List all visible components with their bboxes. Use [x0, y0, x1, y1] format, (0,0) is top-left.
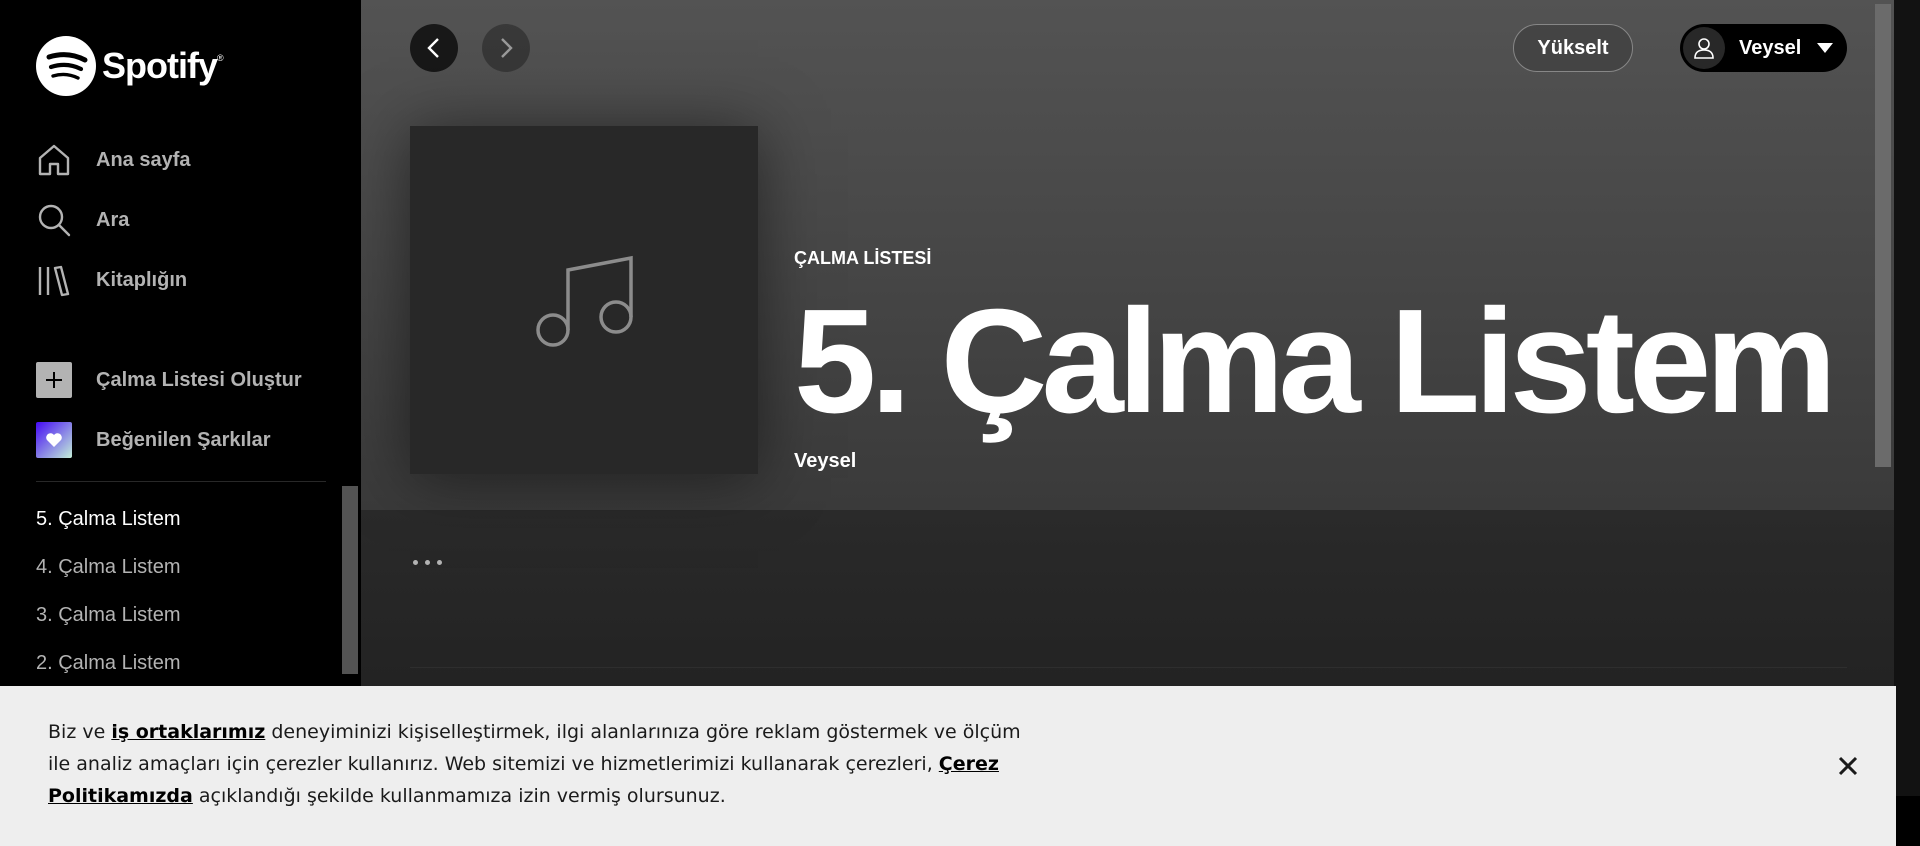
playlist-meta: ÇALMA LİSTESİ	[794, 248, 931, 269]
playlist-cover[interactable]	[410, 126, 758, 474]
cookie-banner: Biz ve iş ortaklarımız deneyiminizi kişi…	[0, 686, 1896, 846]
chevron-right-icon	[501, 38, 513, 58]
window-corner	[1896, 796, 1920, 846]
nav-item-search[interactable]: Ara	[36, 200, 191, 240]
sidebar-divider	[36, 481, 326, 482]
nav-item-label: Kitaplığın	[96, 268, 188, 291]
playlist-item[interactable]: 2. Çalma Listem	[36, 642, 181, 690]
user-menu-button[interactable]: Veysel	[1680, 24, 1847, 72]
heart-icon	[36, 422, 72, 458]
dot-icon	[413, 560, 418, 565]
create-playlist-button[interactable]: Çalma Listesi Oluştur	[36, 360, 302, 400]
playlist-owner[interactable]: Veysel	[794, 450, 856, 473]
user-name: Veysel	[1739, 36, 1802, 59]
content-divider	[410, 667, 1847, 668]
create-playlist-label: Çalma Listesi Oluştur	[96, 368, 302, 391]
plus-icon	[36, 362, 72, 398]
cookie-message: Biz ve iş ortaklarımız deneyiminizi kişi…	[48, 716, 1048, 812]
dot-icon	[425, 560, 430, 565]
nav-item-home[interactable]: Ana sayfa	[36, 140, 191, 180]
chevron-left-icon	[427, 38, 439, 58]
nav-item-label: Ara	[96, 208, 130, 231]
spotify-logo-icon	[36, 36, 96, 96]
close-cookie-button[interactable]	[1830, 748, 1866, 784]
spotify-logo[interactable]: Spotify®	[36, 36, 224, 96]
dot-icon	[437, 560, 442, 565]
partners-link[interactable]: iş ortaklarımız	[111, 721, 265, 743]
forward-button[interactable]	[482, 24, 530, 72]
music-note-icon	[536, 255, 633, 347]
cookie-text-part: açıklandığı şekilde kullanmamıza izin ve…	[192, 785, 726, 807]
upgrade-button[interactable]: Yükselt	[1513, 24, 1633, 72]
nav-item-label: Ana sayfa	[96, 148, 191, 171]
cookie-text-part: Biz ve	[48, 721, 112, 743]
close-icon	[1838, 756, 1858, 776]
more-options-button[interactable]	[413, 560, 442, 565]
home-icon	[36, 142, 72, 178]
sidebar-nav: Ana sayfa Ara Kitaplığın	[36, 140, 191, 320]
caret-down-icon	[1817, 43, 1834, 53]
playlist-title: 5. Çalma Listem	[794, 279, 1837, 444]
user-icon	[1683, 27, 1725, 69]
sidebar-scrollbar[interactable]	[342, 486, 358, 674]
search-icon	[36, 202, 72, 238]
playlist-type-label: ÇALMA LİSTESİ	[794, 248, 932, 268]
playlist-list: 5. Çalma Listem 4. Çalma Listem 3. Çalma…	[36, 498, 181, 690]
playlist-item[interactable]: 3. Çalma Listem	[36, 594, 181, 642]
nav-item-library[interactable]: Kitaplığın	[36, 260, 191, 300]
liked-songs-label: Beğenilen Şarkılar	[96, 428, 271, 451]
back-button[interactable]	[410, 24, 458, 72]
spotify-wordmark: Spotify®	[102, 45, 224, 86]
library-icon	[36, 262, 72, 298]
main-scrollbar[interactable]	[1875, 4, 1891, 467]
playlist-item[interactable]: 4. Çalma Listem	[36, 546, 181, 594]
liked-songs-button[interactable]: Beğenilen Şarkılar	[36, 420, 302, 460]
sidebar-actions: Çalma Listesi Oluştur Beğenilen Şarkılar	[36, 360, 302, 480]
playlist-item[interactable]: 5. Çalma Listem	[36, 498, 181, 546]
